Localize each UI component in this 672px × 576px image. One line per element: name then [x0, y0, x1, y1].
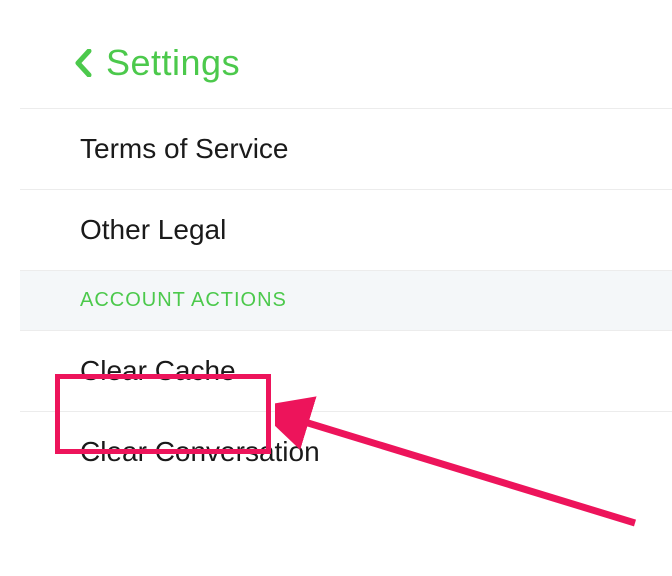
list-item-clear-conversation[interactable]: Clear Conversation: [20, 411, 672, 498]
list-item-label: Terms of Service: [80, 133, 289, 164]
list-item-label: Other Legal: [80, 214, 226, 245]
list-item-terms-of-service[interactable]: Terms of Service: [20, 108, 672, 189]
section-header-label: ACCOUNT ACTIONS: [80, 289, 287, 311]
list-item-other-legal[interactable]: Other Legal: [20, 189, 672, 270]
list-item-clear-cache[interactable]: Clear Cache: [20, 330, 672, 411]
header-bar: Settings: [20, 30, 672, 108]
back-icon[interactable]: [74, 49, 92, 77]
page-title: Settings: [106, 42, 240, 84]
settings-screen: Settings Terms of Service Other Legal AC…: [0, 0, 672, 498]
list-item-label: Clear Cache: [80, 355, 236, 386]
section-header-account-actions: ACCOUNT ACTIONS: [20, 270, 672, 330]
list-item-label: Clear Conversation: [80, 436, 320, 467]
